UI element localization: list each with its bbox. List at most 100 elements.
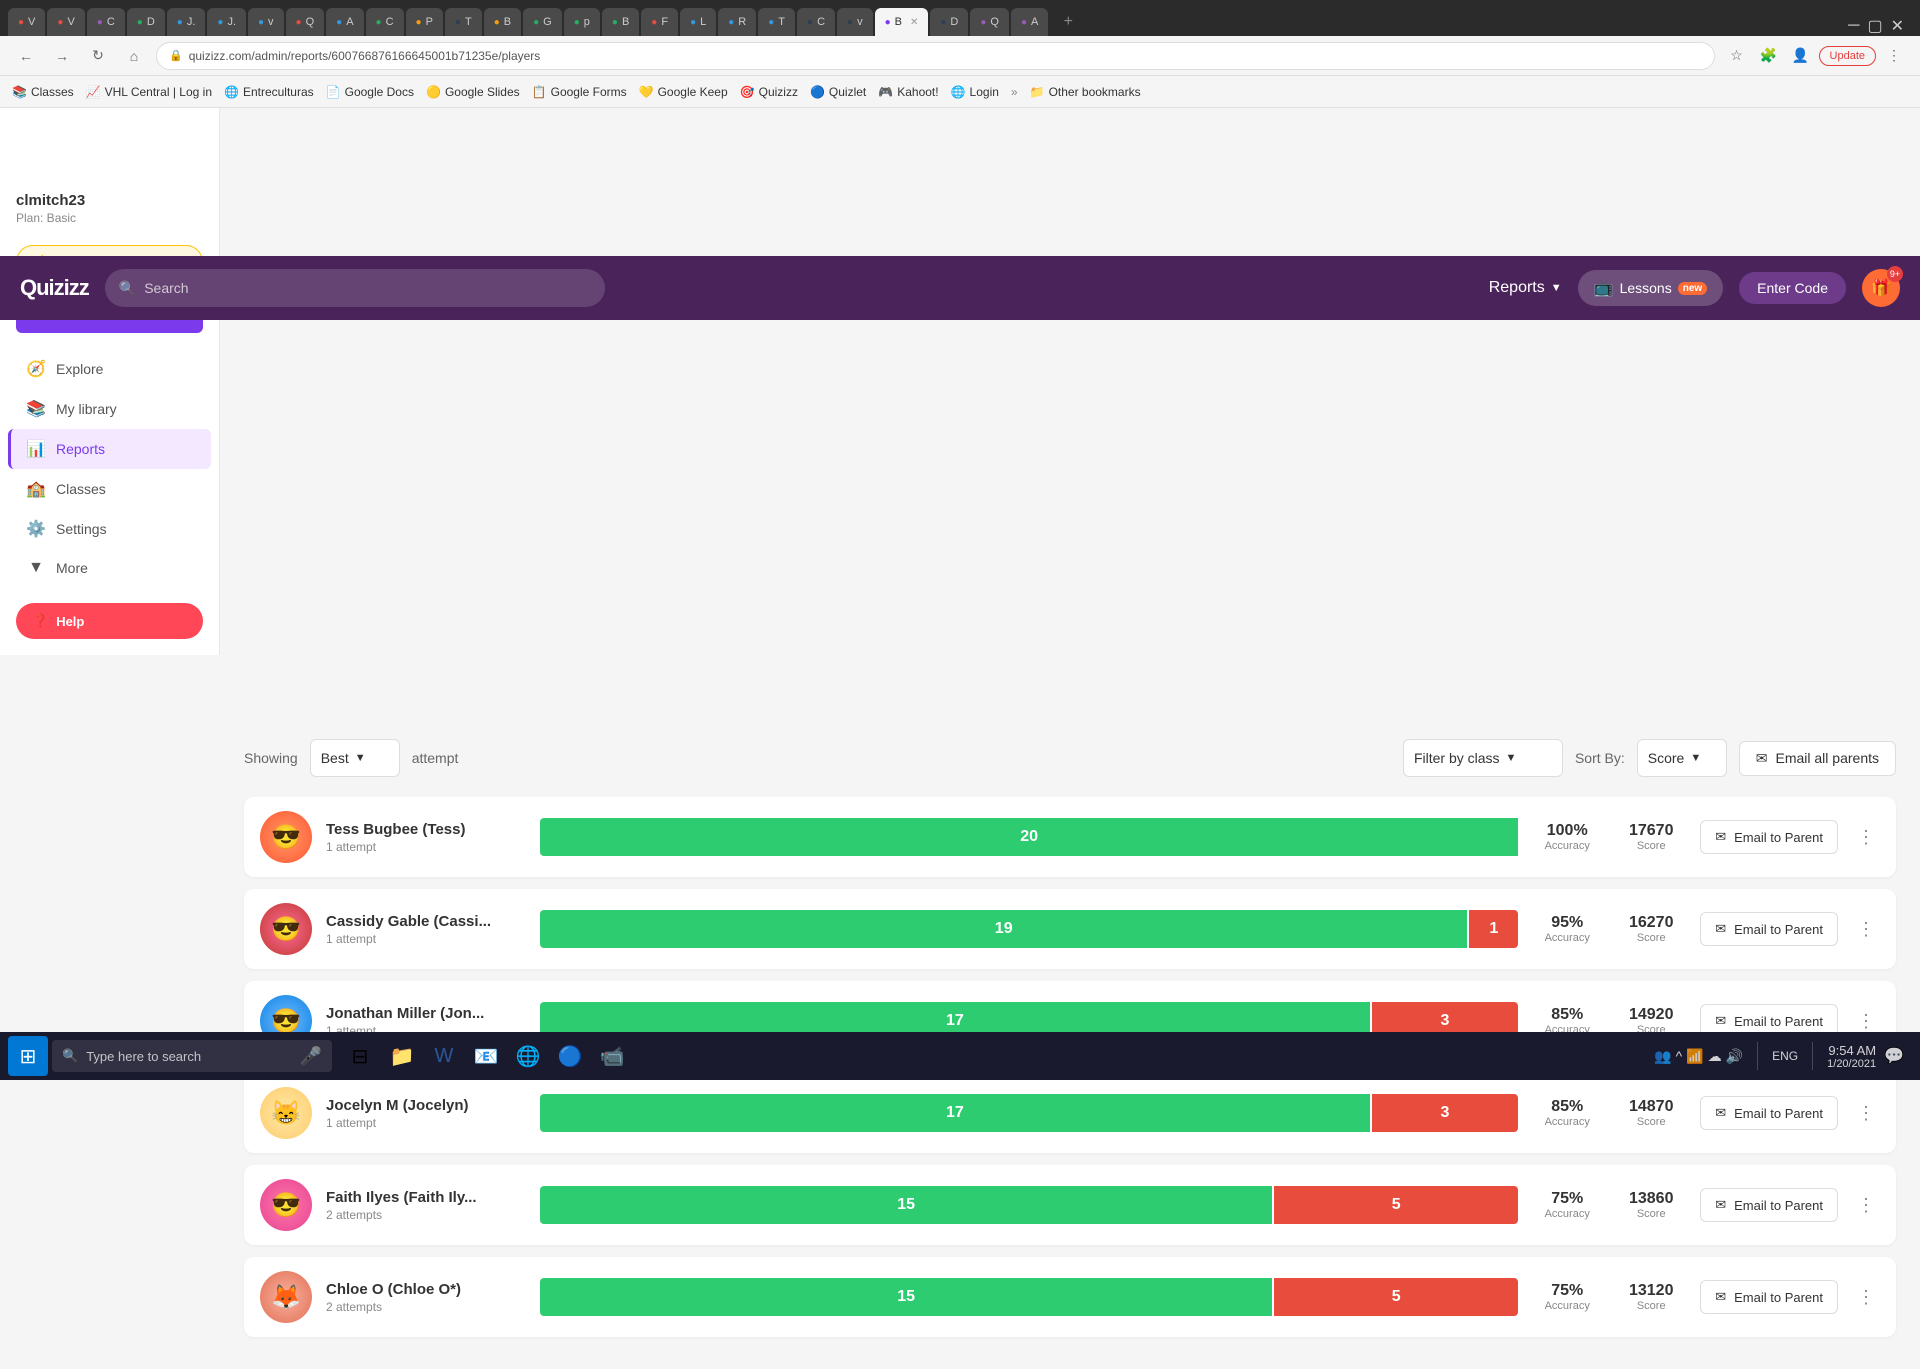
- more-bookmarks[interactable]: »: [1011, 85, 1018, 99]
- tab-21[interactable]: ●C: [797, 8, 835, 36]
- tab-quizizz-active[interactable]: ● B ✕: [875, 8, 929, 36]
- outlook-button[interactable]: 📧: [466, 1036, 506, 1076]
- tab-25[interactable]: ●Q: [970, 8, 1009, 36]
- extensions-button[interactable]: 🧩: [1755, 42, 1783, 70]
- tab-18[interactable]: ●L: [680, 8, 716, 36]
- address-bar[interactable]: 🔒 quizizz.com/admin/reports/600766876166…: [156, 42, 1715, 70]
- accuracy-4: 75% Accuracy: [1532, 1190, 1602, 1220]
- tab-15[interactable]: ●p: [564, 8, 600, 36]
- forward-button[interactable]: →: [48, 42, 76, 70]
- bookmark-quizlet[interactable]: 🔵Quizlet: [810, 85, 866, 99]
- zoom-button[interactable]: 📹: [592, 1036, 632, 1076]
- bookmark-google-forms[interactable]: 📋Google Forms: [532, 85, 627, 99]
- new-tab-button[interactable]: +: [1054, 8, 1082, 36]
- tab-12[interactable]: ●T: [445, 8, 482, 36]
- tab-14[interactable]: ●G: [523, 8, 562, 36]
- menu-button[interactable]: ⋮: [1880, 42, 1908, 70]
- tab-13[interactable]: ●B: [484, 8, 521, 36]
- bookmark-google-slides[interactable]: 🟡Google Slides: [426, 85, 520, 99]
- cloud-icon[interactable]: ☁: [1708, 1048, 1722, 1065]
- microphone-icon[interactable]: 🎤: [300, 1046, 322, 1067]
- email-parent-button-0[interactable]: ✉ Email to Parent: [1700, 820, 1838, 854]
- gift-button[interactable]: 🎁 9+: [1862, 269, 1900, 307]
- tab-16[interactable]: ●B: [602, 8, 639, 36]
- enter-code-button[interactable]: Enter Code: [1739, 272, 1846, 304]
- profile-button[interactable]: 👤: [1787, 42, 1815, 70]
- tab-17[interactable]: ●F: [641, 8, 678, 36]
- bookmark-google-keep[interactable]: 💛Google Keep: [639, 85, 728, 99]
- notification-icon[interactable]: 💬: [1884, 1046, 1904, 1066]
- sidebar-item-more[interactable]: ▼ More: [8, 549, 211, 587]
- bookmark-entreculturas[interactable]: 🌐Entreculturas: [224, 85, 314, 99]
- wifi-icon[interactable]: 📶: [1686, 1048, 1703, 1065]
- nav-lessons-button[interactable]: 📺 Lessons new: [1578, 270, 1724, 306]
- tab-26[interactable]: ●A: [1011, 8, 1048, 36]
- tab-6[interactable]: ●J.: [207, 8, 246, 36]
- taskbar-search[interactable]: 🔍 Type here to search 🎤: [52, 1040, 332, 1072]
- tab-8[interactable]: ●Q: [286, 8, 325, 36]
- tab-9[interactable]: ●A: [326, 8, 363, 36]
- tab-19[interactable]: ●R: [718, 8, 756, 36]
- tab-2[interactable]: ●V: [47, 8, 84, 36]
- task-view-button[interactable]: ⊟: [340, 1036, 380, 1076]
- email-parent-button-5[interactable]: ✉ Email to Parent: [1700, 1280, 1838, 1314]
- tab-24[interactable]: ●D: [930, 8, 968, 36]
- more-options-button-1[interactable]: ⋮: [1852, 915, 1880, 943]
- tab-1[interactable]: ●V: [8, 8, 45, 36]
- sidebar-item-explore[interactable]: 🧭 Explore: [8, 349, 211, 389]
- email-parent-button-1[interactable]: ✉ Email to Parent: [1700, 912, 1838, 946]
- more-options-button-4[interactable]: ⋮: [1852, 1191, 1880, 1219]
- help-button[interactable]: ❓ Help: [16, 603, 203, 639]
- sort-select[interactable]: Score ▼: [1637, 739, 1727, 777]
- more-options-button-0[interactable]: ⋮: [1852, 823, 1880, 851]
- more-options-button-2[interactable]: ⋮: [1852, 1007, 1880, 1035]
- tab-11[interactable]: ●P: [406, 8, 443, 36]
- email-parent-button-4[interactable]: ✉ Email to Parent: [1700, 1188, 1838, 1222]
- tab-5[interactable]: ●J.: [167, 8, 206, 36]
- tab-3[interactable]: ●C: [87, 8, 125, 36]
- bookmark-google-docs[interactable]: 📄Google Docs: [326, 85, 414, 99]
- home-button[interactable]: ⌂: [120, 42, 148, 70]
- sidebar-item-classes[interactable]: 🏫 Classes: [8, 469, 211, 509]
- more-options-button-3[interactable]: ⋮: [1852, 1099, 1880, 1127]
- bookmark-quizizz[interactable]: 🎯Quizizz: [740, 85, 798, 99]
- best-select[interactable]: Best ▼: [310, 739, 400, 777]
- tab-4[interactable]: ●D: [127, 8, 165, 36]
- people-icon[interactable]: 👥: [1654, 1048, 1671, 1065]
- sidebar-item-settings[interactable]: ⚙️ Settings: [8, 509, 211, 549]
- bookmark-login[interactable]: 🌐Login: [951, 85, 999, 99]
- more-options-button-5[interactable]: ⋮: [1852, 1283, 1880, 1311]
- close-button[interactable]: ✕: [1891, 16, 1904, 36]
- file-explorer-button[interactable]: 📁: [382, 1036, 422, 1076]
- taskbar-icons: ⊟ 📁 W 📧 🌐 🔵 📹: [340, 1036, 632, 1076]
- email-all-parents-button[interactable]: ✉ Email all parents: [1739, 741, 1896, 776]
- bookmark-classes[interactable]: 📚Classes: [12, 85, 74, 99]
- back-button[interactable]: ←: [12, 42, 40, 70]
- star-button[interactable]: ☆: [1723, 42, 1751, 70]
- tab-22[interactable]: ●v: [837, 8, 873, 36]
- minimize-button[interactable]: ─: [1848, 17, 1859, 35]
- expand-tray-icon[interactable]: ^: [1676, 1048, 1683, 1064]
- search-bar[interactable]: 🔍 Search: [105, 269, 605, 307]
- sidebar-item-reports[interactable]: 📊 Reports: [8, 429, 211, 469]
- volume-icon[interactable]: 🔊: [1726, 1048, 1743, 1065]
- tab-10[interactable]: ●C: [366, 8, 404, 36]
- filter-class-select[interactable]: Filter by class ▼: [1403, 739, 1563, 777]
- word-button[interactable]: W: [424, 1036, 464, 1076]
- maximize-button[interactable]: ▢: [1867, 16, 1882, 36]
- start-button[interactable]: ⊞: [8, 1036, 48, 1076]
- ie-button[interactable]: 🔵: [550, 1036, 590, 1076]
- sidebar-item-library[interactable]: 📚 My library: [8, 389, 211, 429]
- email-parent-button-3[interactable]: ✉ Email to Parent: [1700, 1096, 1838, 1130]
- reports-icon: 📊: [26, 439, 46, 459]
- chrome-button[interactable]: 🌐: [508, 1036, 548, 1076]
- update-button[interactable]: Update: [1819, 46, 1876, 66]
- tab-20[interactable]: ●T: [758, 8, 795, 36]
- nav-reports-button[interactable]: Reports ▼: [1489, 279, 1562, 297]
- tab-7[interactable]: ●v: [248, 8, 284, 36]
- clock[interactable]: 9:54 AM 1/20/2021: [1827, 1043, 1876, 1070]
- bookmark-vhl[interactable]: 📈VHL Central | Log in: [86, 85, 212, 99]
- reload-button[interactable]: ↻: [84, 42, 112, 70]
- bookmark-other[interactable]: 📁Other bookmarks: [1030, 85, 1141, 99]
- bookmark-kahoot[interactable]: 🎮Kahoot!: [878, 85, 938, 99]
